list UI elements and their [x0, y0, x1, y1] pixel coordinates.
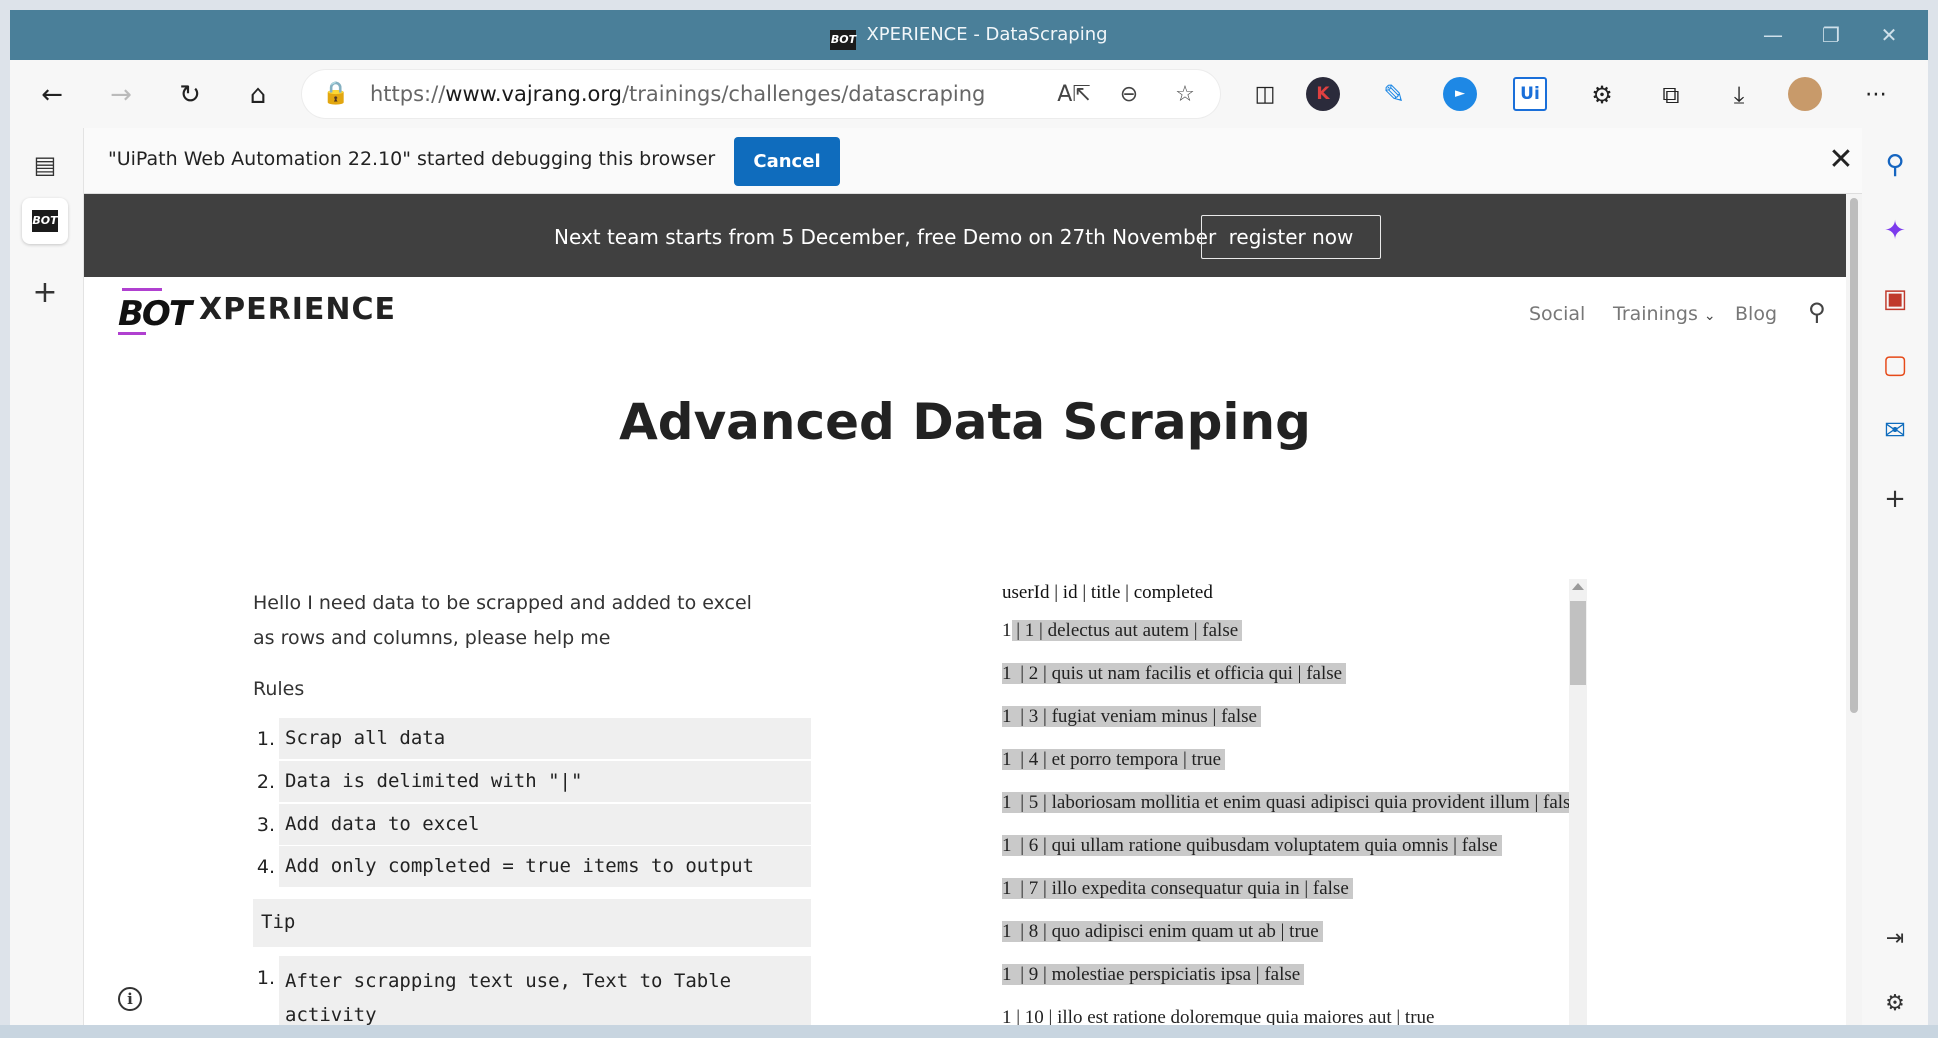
more-options-icon[interactable]: ⋯	[1856, 75, 1896, 115]
title-bar: BOT XPERIENCE - DataScraping — ❐ ✕	[10, 10, 1928, 60]
split-screen-icon[interactable]: ◫	[1245, 75, 1285, 115]
data-row: 1 | 1 | delectus aut autem | false	[1002, 619, 1243, 643]
screencast-icon[interactable]: ►	[1443, 77, 1477, 111]
data-row: 1 | 4 | et porro tempora | true	[1002, 748, 1226, 772]
register-now-button[interactable]: register now	[1201, 215, 1381, 259]
site-logo[interactable]: BOT	[118, 286, 192, 336]
nav-social[interactable]: Social	[1529, 303, 1585, 325]
data-row: 1 | 9 | molestiae perspiciatis ipsa | fa…	[1002, 963, 1305, 987]
intro-text: Hello I need data to be scrapped and add…	[253, 592, 752, 649]
data-row: 1 | 5 | laboriosam mollitia et enim quas…	[1002, 791, 1570, 815]
address-bar[interactable]: 🔒 https://www.vajrang.org/trainings/chal…	[302, 70, 1220, 118]
highlighter-icon[interactable]: ✎	[1374, 75, 1414, 115]
profile-avatar[interactable]	[1788, 77, 1822, 111]
office-icon[interactable]: ▢	[1874, 344, 1916, 386]
add-favorite-icon[interactable]: ☆	[1168, 78, 1202, 112]
forward-button[interactable]: →	[101, 75, 141, 115]
close-window-button[interactable]: ✕	[1874, 20, 1904, 50]
debugging-infobar: "UiPath Web Automation 22.10" started de…	[84, 128, 1862, 194]
outlook-icon[interactable]: ✉	[1874, 410, 1916, 452]
zoom-out-icon[interactable]: ⊖	[1112, 78, 1146, 112]
announcement-text: Next team starts from 5 December, free D…	[554, 225, 1217, 249]
data-row: 1 | 7 | illo expedita consequatur quia i…	[1002, 877, 1353, 901]
browser-window: BOT XPERIENCE - DataScraping — ❐ ✕ ← → ↻ …	[10, 10, 1928, 1035]
hide-sidebar-icon[interactable]: ⇥	[1874, 918, 1916, 960]
settings-gear-icon[interactable]: ⚙	[1874, 983, 1916, 1025]
chevron-down-icon: ⌄	[1703, 308, 1716, 324]
vertical-tabs-sidebar: ▤ BOT +	[10, 128, 84, 1035]
restore-button[interactable]: ❐	[1816, 20, 1846, 50]
cancel-button[interactable]: Cancel	[734, 137, 840, 186]
web-page: Next team starts from 5 December, free D…	[84, 194, 1862, 1035]
uipath-extension-icon[interactable]: Ui	[1513, 77, 1547, 111]
taskbar-strip	[0, 1025, 1938, 1038]
new-tab-icon[interactable]: +	[22, 270, 68, 316]
copilot-icon[interactable]: ✦	[1874, 210, 1916, 252]
downloads-icon[interactable]: ⤓	[1719, 75, 1759, 115]
tip-text: After scrapping text use, Text to Table …	[279, 956, 811, 1035]
extensions-icon[interactable]: ⚙	[1582, 75, 1622, 115]
site-search-icon[interactable]: ⚲	[1808, 298, 1826, 326]
nav-trainings[interactable]: Trainings ⌄	[1613, 303, 1716, 325]
site-name[interactable]: XPERIENCE	[199, 292, 396, 327]
data-panel-scrollbar-thumb[interactable]	[1570, 601, 1586, 685]
window-title: XPERIENCE - DataScraping	[866, 24, 1108, 45]
data-panel-scrollbar[interactable]	[1569, 579, 1587, 1035]
data-header: userId | id | title | completed	[1002, 582, 1213, 603]
page-scrollbar-thumb[interactable]	[1850, 198, 1858, 713]
nav-blog[interactable]: Blog	[1735, 303, 1777, 325]
scroll-up-icon[interactable]	[1572, 583, 1584, 590]
data-row: 1 | 3 | fugiat veniam minus | false	[1002, 705, 1261, 729]
tip-number: 1.	[256, 967, 275, 989]
rules-heading: Rules	[253, 678, 305, 700]
lock-icon[interactable]: 🔒	[322, 80, 350, 108]
read-aloud-icon[interactable]: A⇱	[1057, 78, 1091, 112]
announcement-bar: Next team starts from 5 December, free D…	[84, 194, 1846, 277]
back-button[interactable]: ←	[32, 75, 72, 115]
home-button[interactable]: ⌂	[238, 75, 278, 115]
minimize-button[interactable]: —	[1758, 20, 1788, 50]
site-favicon: BOT	[830, 30, 857, 50]
info-icon[interactable]: i	[118, 987, 142, 1011]
close-icon[interactable]: ✕	[1821, 140, 1861, 180]
search-icon[interactable]: ⚲	[1874, 144, 1916, 186]
refresh-button[interactable]: ↻	[170, 75, 210, 115]
tools-icon[interactable]: ▣	[1874, 278, 1916, 320]
tab-actions-icon[interactable]: ▤	[22, 142, 68, 188]
page-scrollbar[interactable]	[1846, 194, 1862, 1035]
infobar-message: "UiPath Web Automation 22.10" started de…	[108, 148, 716, 170]
k-extension-icon[interactable]: K	[1306, 77, 1340, 111]
data-row: 1 | 2 | quis ut nam facilis et officia q…	[1002, 662, 1347, 686]
add-sidebar-app-icon[interactable]: +	[1874, 478, 1916, 520]
url-text[interactable]: https://www.vajrang.org/trainings/challe…	[370, 82, 985, 106]
tip-heading: Tip	[253, 899, 811, 947]
data-row: 1 | 6 | qui ullam ratione quibusdam volu…	[1002, 834, 1502, 858]
browser-toolbar: ← → ↻ ⌂ 🔒 https://www.vajrang.org/traini…	[10, 60, 1928, 128]
data-row: 1 | 8 | quo adipisci enim quam ut ab | t…	[1002, 920, 1323, 944]
page-title: Advanced Data Scraping	[619, 393, 1311, 451]
edge-sidebar: ⚲ ✦ ▣ ▢ ✉ + ⇥ ⚙	[1862, 128, 1928, 1035]
tab-xperience[interactable]: BOT	[22, 198, 68, 244]
data-panel: userId | id | title | completed 1 | 1 | …	[1002, 582, 1570, 1035]
collections-icon[interactable]: ⧉	[1651, 75, 1691, 115]
